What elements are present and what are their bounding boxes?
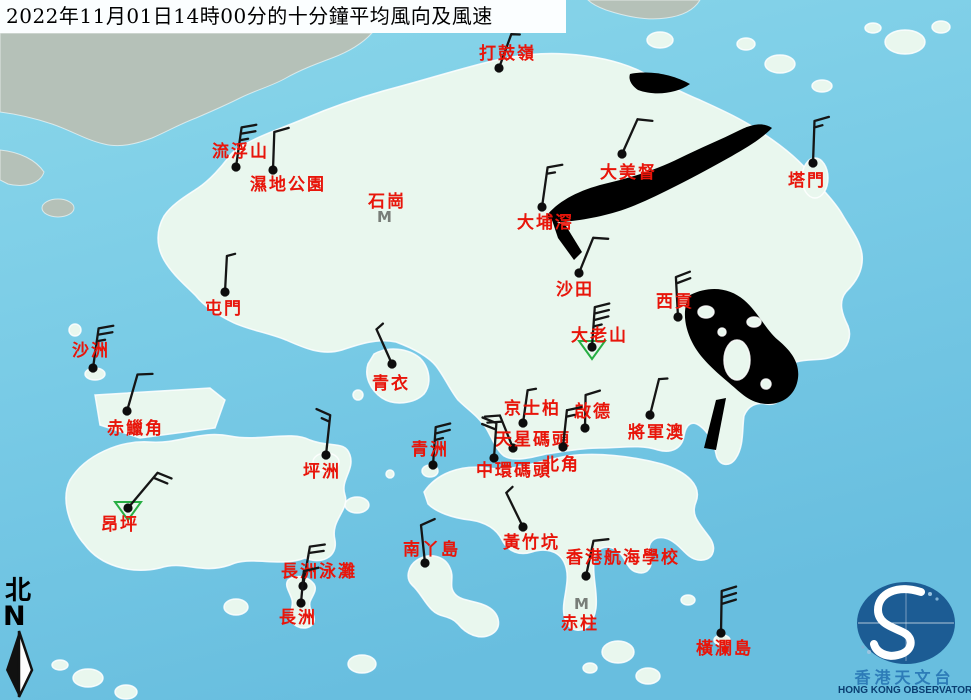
station-dot (494, 63, 503, 72)
port-shelter-island (698, 306, 714, 318)
missing-data-marker: M (574, 595, 589, 613)
station-dot (673, 312, 682, 321)
mirs-bay-islet (932, 21, 950, 33)
mirs-bay-islet (865, 23, 881, 33)
station-label: 青衣 (372, 373, 410, 394)
station-label: 北角 (542, 454, 580, 475)
station-label: 流浮山 (212, 141, 269, 162)
ne-islet (812, 80, 832, 92)
station-label: 西貢 (656, 292, 694, 312)
kau-sai-chau (724, 340, 750, 380)
station-label: 打鼓嶺 (479, 43, 536, 64)
map-title: 2022年11月01日14時00分的十分鐘平均風向及風速 (0, 0, 566, 33)
hko-logo: 香港天文台 HONG KONG OBSERVATORY (838, 578, 971, 700)
station-dot (428, 460, 437, 469)
shek-kwu-chau-south (348, 655, 376, 673)
station-dot (645, 410, 654, 419)
lingding-island (42, 199, 74, 217)
north-letter-label: N (2, 605, 38, 629)
station-label: 中環碼頭 (476, 460, 552, 481)
station-dot (231, 162, 240, 171)
station-label: 長洲 (279, 608, 317, 628)
station-dot (387, 359, 396, 368)
station-label: 屯門 (205, 298, 243, 319)
station-label: 赤鱲角 (107, 418, 164, 439)
kau-yi-chau (386, 470, 394, 478)
soko-islet (115, 685, 137, 699)
station-label: 啟德 (574, 401, 612, 422)
station-label: 大美督 (600, 162, 657, 183)
station-label: 京士柏 (504, 398, 561, 419)
station-dot (296, 598, 305, 607)
station-label: 黃竹坑 (502, 532, 560, 553)
station-label: 石崗 (367, 192, 406, 212)
station-label: 南丫島 (403, 539, 460, 560)
station-label: 長洲泳灘 (281, 561, 357, 582)
station-label: 沙田 (556, 280, 594, 300)
station-dot (88, 363, 97, 372)
station-dot (518, 418, 527, 427)
station-label: 將軍澳 (628, 422, 685, 443)
station-label: 橫瀾島 (696, 638, 753, 659)
shek-kwu-chau (224, 599, 248, 615)
station-label: 沙洲 (72, 341, 110, 361)
station-label: 坪洲 (303, 462, 341, 482)
hko-logo-icon (838, 578, 971, 668)
station-label: 昂坪 (101, 515, 139, 535)
port-shelter-island (747, 317, 761, 327)
crooked-island (765, 55, 795, 73)
station-dot (518, 522, 527, 531)
station-label: 濕地公園 (250, 174, 326, 195)
station-dot (220, 287, 229, 296)
station-dot (617, 149, 626, 158)
sha-tau-kok-islet (647, 32, 673, 48)
port-shelter-islet (761, 379, 771, 389)
port-shelter-islet (718, 328, 726, 336)
mirs-bay-island (885, 30, 925, 54)
station-dot (581, 571, 590, 580)
station-label: 大老山 (571, 325, 628, 346)
soko-island (73, 669, 103, 687)
station-dot (716, 628, 725, 637)
station-label: 青洲 (411, 439, 449, 460)
po-toi-islet (583, 663, 597, 673)
po-toi-islet (636, 668, 660, 684)
station-dot (808, 158, 817, 167)
sung-kong-island (681, 595, 695, 605)
station-dot (122, 406, 131, 415)
north-indicator: 北 N (2, 577, 38, 699)
po-toi-island (602, 641, 634, 663)
station-dot (558, 442, 567, 451)
hei-ling-chau (345, 497, 369, 513)
station-dot (580, 423, 589, 432)
station-label: 香港航海學校 (566, 547, 680, 568)
ne-island (737, 38, 755, 50)
hko-wind-map: 打鼓嶺流浮山濕地公園 M 石崗 大美督 塔門大埔滘沙田屯門 西貢大老山沙洲青衣赤鱲角 京士柏… (0, 0, 971, 700)
station-dot (321, 450, 330, 459)
station-dot (123, 503, 132, 512)
station-dot (574, 268, 583, 277)
lung-kwu-chau (69, 324, 81, 336)
station-label: 大埔滘 (517, 212, 574, 233)
station-label: 塔門 (788, 170, 826, 191)
soko-islet (52, 660, 68, 670)
hong-kong-basemap: 打鼓嶺流浮山濕地公園 M 石崗 大美督 塔門大埔滘沙田屯門 西貢大老山沙洲青衣赤鱲角 京士柏… (0, 0, 971, 700)
station-label: 赤柱 (561, 613, 599, 634)
station-dot (268, 165, 277, 174)
station-dot (537, 202, 546, 211)
hko-name-english: HONG KONG OBSERVATORY (838, 685, 971, 696)
ma-wan-island (353, 390, 363, 400)
compass-needle-icon (2, 629, 36, 699)
